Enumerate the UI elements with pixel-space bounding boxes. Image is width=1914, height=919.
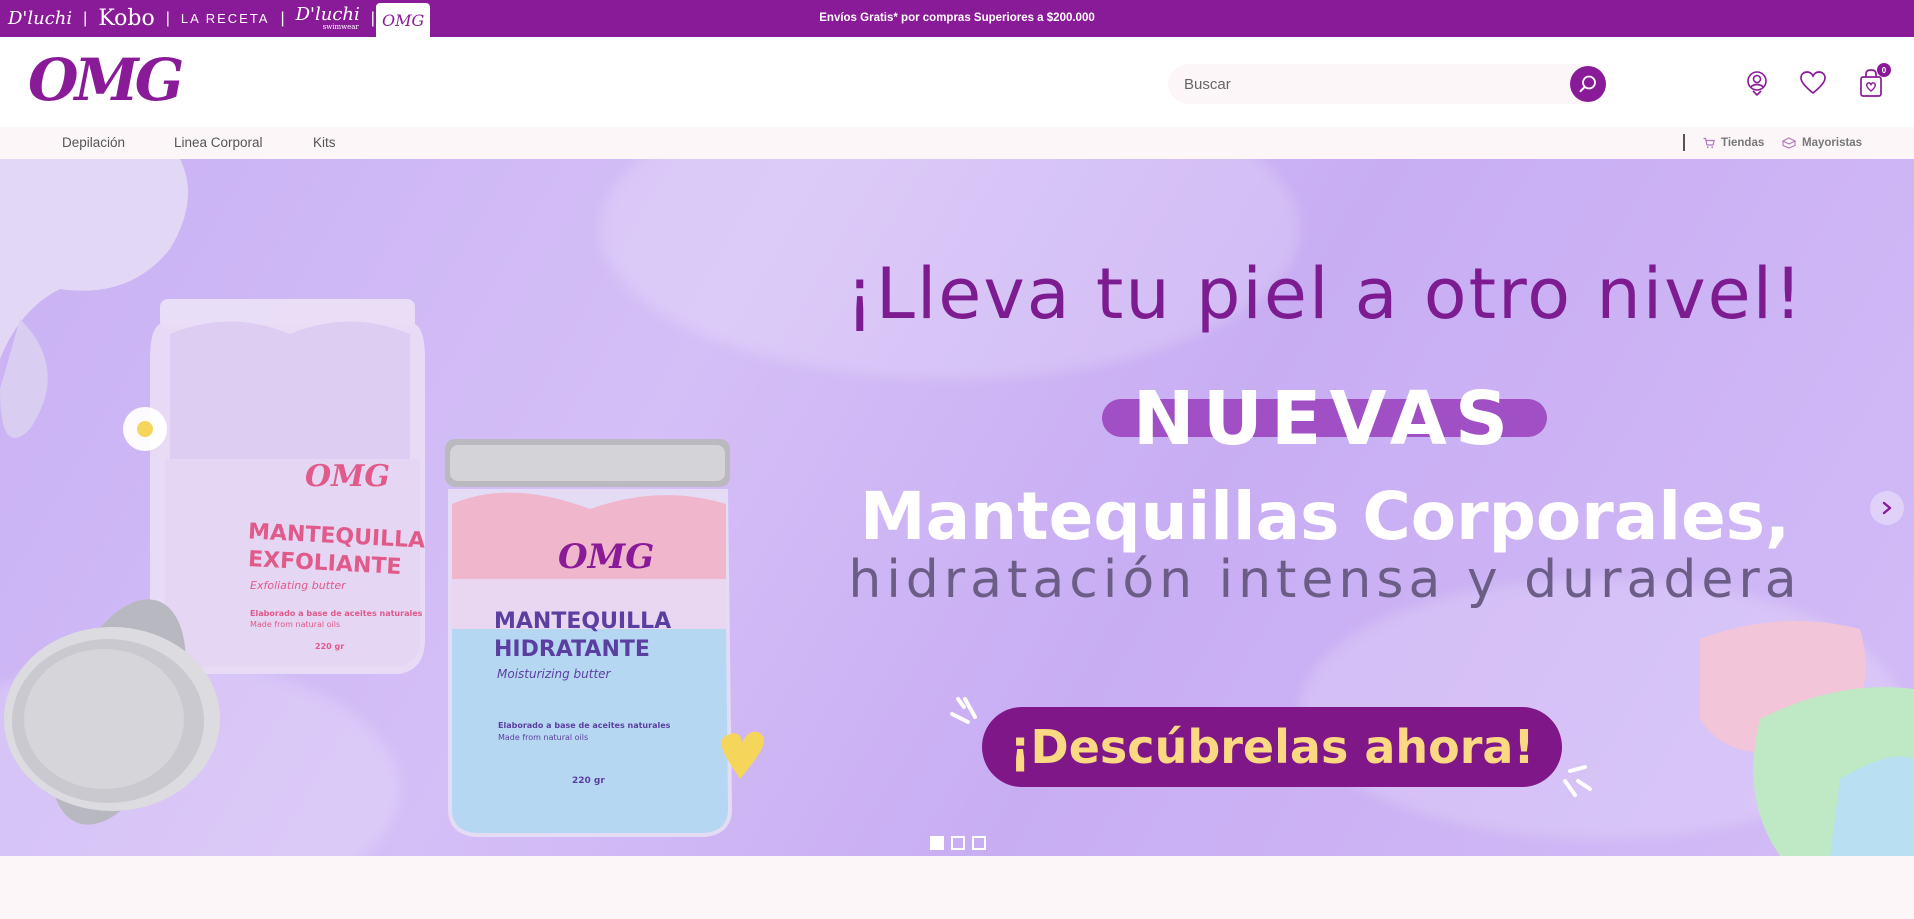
jar2-brand: OMG <box>558 537 655 577</box>
brand-bar: D'luchi | Kobo | LA RECETA | D'luchi swi… <box>0 0 1914 37</box>
carousel-pagination <box>930 836 986 850</box>
nav-link-mayoristas[interactable]: Mayoristas <box>1782 127 1862 159</box>
wishlist-button[interactable] <box>1795 65 1831 101</box>
carousel-dot-3[interactable] <box>972 836 986 850</box>
cart-icon <box>1703 137 1715 149</box>
omg-logo[interactable]: OMG <box>28 45 184 115</box>
jar2-note-es: Elaborado a base de aceites naturales <box>498 721 671 730</box>
jar2-title-1: MANTEQUILLA <box>494 609 672 634</box>
cart-button[interactable]: 0 <box>1853 63 1891 101</box>
jar1-weight: 220 gr <box>315 642 345 651</box>
nav-divider <box>1683 134 1685 151</box>
hero-badge: NUEVAS <box>1102 379 1547 459</box>
search-input[interactable] <box>1168 64 1548 104</box>
hero-banner[interactable]: OMG MANTEQUILLA EXFOLIANTE Exfoliating b… <box>0 159 1914 856</box>
search-icon <box>1579 75 1596 93</box>
carousel-dot-2[interactable] <box>951 836 965 850</box>
brand-link-dluchi[interactable]: D'luchi <box>0 0 82 37</box>
daisy-decoration <box>123 407 167 451</box>
nav-item-kits[interactable]: Kits <box>313 127 336 159</box>
discover-cta-button[interactable]: ¡Descúbrelas ahora! <box>982 707 1562 787</box>
search-bar <box>1168 64 1606 104</box>
carousel-dot-1[interactable] <box>930 836 944 850</box>
nav-link-label: Mayoristas <box>1802 137 1863 149</box>
nav-item-linea-corporal[interactable]: Linea Corporal <box>174 127 263 159</box>
brand-sub: swimwear <box>322 23 359 31</box>
nav-item-depilacion[interactable]: Depilación <box>62 127 125 159</box>
brand-name: D'luchi <box>295 4 360 25</box>
brand-switcher: D'luchi | Kobo | LA RECETA | D'luchi swi… <box>0 0 431 37</box>
box-icon <box>1782 137 1796 149</box>
jar1-subtitle: Exfoliating butter <box>250 579 346 592</box>
nav-link-label: Tiendas <box>1721 137 1765 149</box>
brand-link-la-receta[interactable]: LA RECETA <box>171 0 280 37</box>
carousel-next-button[interactable] <box>1870 491 1904 525</box>
hero-subtitle: hidratación intensa y duradera <box>848 550 1802 610</box>
brand-link-omg[interactable]: OMG <box>375 3 431 37</box>
category-nav: Depilación Linea Corporal Kits Tiendas M… <box>0 127 1914 159</box>
jar2-note-en: Made from natural oils <box>498 733 589 742</box>
account-button[interactable] <box>1739 65 1775 101</box>
search-button[interactable] <box>1570 66 1606 102</box>
brand-link-dluchi-swimwear[interactable]: D'luchi swimwear <box>286 0 370 37</box>
heart-icon <box>1800 71 1826 95</box>
site-header: OMG 0 <box>0 37 1914 127</box>
jar2-weight: 220 gr <box>572 776 605 786</box>
chevron-right-icon <box>1882 501 1892 515</box>
jar2-subtitle: Moisturizing butter <box>497 667 611 681</box>
jar1-note-es: Elaborado a base de aceites naturales <box>250 609 423 618</box>
cart-count-badge: 0 <box>1877 63 1891 77</box>
badge-text: NUEVAS <box>1132 376 1517 462</box>
jar1-note-en: Made from natural oils <box>250 620 341 629</box>
hero-headline: ¡Lleva tu piel a otro nivel! <box>845 253 1805 335</box>
jar1-brand: OMG <box>305 459 390 494</box>
jar2-title-2: HIDRATANTE <box>494 637 650 662</box>
nav-link-tiendas[interactable]: Tiendas <box>1703 127 1764 159</box>
user-icon <box>1747 71 1767 97</box>
brand-link-kobo[interactable]: Kobo <box>88 0 164 37</box>
